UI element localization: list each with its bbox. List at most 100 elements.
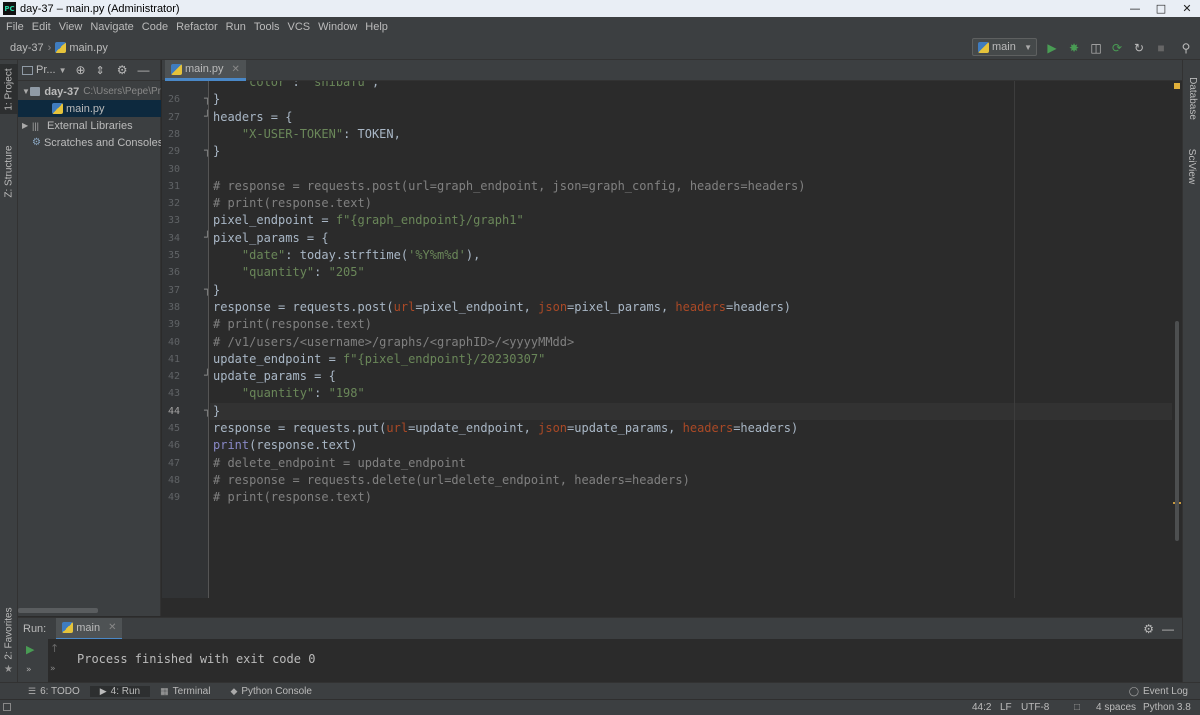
tab-main-py[interactable]: main.py ✕ (165, 60, 246, 81)
code-line[interactable]: "date": today.strftime('%Y%m%d'), (213, 247, 480, 264)
scroll-up-icon[interactable]: ↑ (50, 642, 59, 655)
menu-vcs[interactable]: VCS (284, 21, 315, 33)
code-line[interactable]: response = requests.put(url=update_endpo… (213, 420, 798, 437)
chevron-down-icon[interactable]: ▼ (59, 66, 67, 75)
code-line[interactable]: print(response.text) (213, 437, 358, 454)
editor-scrollbar[interactable] (1172, 81, 1182, 598)
code-line[interactable]: pixel_params = { (213, 230, 329, 247)
more-icon[interactable]: » (50, 664, 56, 674)
collapse-all-icon[interactable]: ⇕ (96, 64, 105, 77)
rerun-icon[interactable]: ▶ (26, 643, 34, 656)
tree-item-external-libraries[interactable]: ▶ ||| External Libraries (18, 117, 161, 134)
file-encoding[interactable]: UTF-8 (1021, 702, 1049, 713)
tool-python-console[interactable]: ◆ Python Console (220, 686, 322, 697)
code-line[interactable]: } (213, 403, 220, 420)
hide-panel-icon[interactable]: — (138, 63, 150, 77)
event-log[interactable]: ◯ Event Log (1119, 686, 1198, 697)
fold-marker-icon[interactable]: ┐ (204, 92, 208, 105)
tab-structure-tool[interactable]: Z: Structure (0, 136, 18, 206)
menu-refactor[interactable]: Refactor (172, 21, 222, 33)
profile-icon[interactable]: ⟳ (1109, 40, 1125, 56)
line-number: 34 (167, 232, 180, 244)
close-tab-icon[interactable]: ✕ (108, 622, 116, 633)
run-icon[interactable]: ▶ (1044, 40, 1060, 56)
gear-icon[interactable]: ⚙ (117, 63, 128, 77)
line-separator[interactable]: LF (1000, 702, 1012, 713)
caret-position[interactable]: 44:2 (972, 702, 991, 713)
indent-setting[interactable]: 4 spaces (1096, 702, 1136, 713)
fold-marker-icon[interactable]: ┐ (204, 283, 208, 296)
tab-database-tool[interactable]: Database (1183, 68, 1200, 128)
fold-marker-icon[interactable]: ┘ (204, 369, 208, 382)
menu-run[interactable]: Run (222, 21, 250, 33)
code-line[interactable]: # /v1/users/<username>/graphs/<graphID>/… (213, 334, 574, 351)
run-config-selector[interactable]: main ▼ (972, 38, 1037, 56)
menu-file[interactable]: File (2, 21, 28, 33)
run-tab-main[interactable]: main ✕ (56, 617, 123, 640)
menu-edit[interactable]: Edit (28, 21, 55, 33)
code-line[interactable]: "quantity": "205" (213, 264, 365, 281)
code-line[interactable]: update_endpoint = f"{pixel_endpoint}/202… (213, 351, 545, 368)
tool-run[interactable]: ▶ 4: Run (89, 685, 151, 697)
code-line[interactable]: "color": "shibafu", (213, 81, 379, 91)
more-icon[interactable]: » (26, 665, 32, 675)
code-line[interactable]: } (213, 143, 220, 160)
code-line[interactable]: # response = requests.delete(url=delete_… (213, 472, 690, 489)
tab-favorites-tool[interactable]: 2: Favorites (0, 605, 18, 661)
code-line[interactable]: } (213, 282, 220, 299)
tool-terminal[interactable]: ▦ Terminal (150, 686, 220, 697)
search-everywhere-icon[interactable]: ⚲ (1178, 40, 1194, 56)
coverage-icon[interactable]: ◫ (1088, 40, 1104, 56)
code-line[interactable]: # response = requests.post(url=graph_end… (213, 178, 805, 195)
tab-project-tool[interactable]: 1: Project (0, 64, 18, 114)
code-line[interactable]: update_params = { (213, 368, 336, 385)
code-line[interactable]: headers = { (213, 109, 292, 126)
close-tab-icon[interactable]: ✕ (232, 64, 240, 75)
python-file-icon (55, 42, 67, 53)
fold-marker-icon[interactable]: ┐ (204, 404, 208, 417)
code-line[interactable]: # print(response.text) (213, 195, 372, 212)
close-window-button[interactable]: ✕ (1174, 0, 1200, 17)
tree-item-project-root[interactable]: ▼ day-37 C:\Users\Pepe\Pr (18, 83, 161, 100)
fold-marker-icon[interactable]: ┘ (204, 110, 208, 123)
gear-icon[interactable]: ⚙ (1143, 622, 1154, 636)
warning-marker-icon[interactable] (1174, 83, 1180, 89)
fold-marker-icon[interactable]: ┐ (204, 144, 208, 157)
menu-navigate[interactable]: Navigate (86, 21, 137, 33)
tab-sciview-tool[interactable]: SciView (1183, 138, 1200, 194)
code-line[interactable]: } (213, 91, 220, 108)
project-horizontal-scrollbar[interactable] (18, 608, 98, 613)
tool-todo[interactable]: ☰ 6: TODO (0, 686, 90, 697)
hide-panel-icon[interactable]: — (1162, 622, 1174, 636)
python-console-icon: ◆ (230, 685, 238, 696)
concurrency-icon[interactable]: ↻ (1131, 40, 1147, 56)
tree-item-main-py[interactable]: main.py (18, 100, 161, 117)
minimize-button[interactable]: — (1122, 0, 1148, 17)
fold-marker-icon[interactable]: ┘ (204, 231, 208, 244)
code-line[interactable]: "X-USER-TOKEN": TOKEN, (213, 126, 401, 143)
python-interpreter[interactable]: Python 3.8 (1143, 702, 1191, 713)
code-line[interactable]: # delete_endpoint = update_endpoint (213, 455, 466, 472)
project-view-selector[interactable]: Pr... (36, 64, 56, 76)
breadcrumb-file[interactable]: main.py (69, 42, 108, 54)
locate-icon[interactable]: ⊕ (75, 63, 85, 77)
code-line[interactable]: # print(response.text) (213, 489, 372, 506)
stop-icon[interactable]: ■ (1153, 40, 1169, 56)
code-line[interactable]: response = requests.post(url=pixel_endpo… (213, 299, 791, 316)
menu-tools[interactable]: Tools (250, 21, 284, 33)
menu-window[interactable]: Window (314, 21, 361, 33)
menu-code[interactable]: Code (138, 21, 172, 33)
tree-item-scratches[interactable]: ⚙ Scratches and Consoles (18, 134, 161, 151)
code-line[interactable]: "quantity": "198" (213, 385, 365, 402)
code-line[interactable]: pixel_endpoint = f"{graph_endpoint}/grap… (213, 212, 524, 229)
menu-help[interactable]: Help (361, 21, 392, 33)
editor-scroll-thumb[interactable] (1175, 321, 1179, 541)
debug-icon[interactable]: ✸ (1066, 40, 1082, 56)
code-line[interactable]: # print(response.text) (213, 316, 372, 333)
lock-icon[interactable]: □ (1074, 702, 1080, 713)
toggle-tool-windows-icon[interactable] (3, 703, 11, 711)
breadcrumb-project[interactable]: day-37 (10, 42, 44, 54)
code-editor[interactable]: "color": "shibafu",} headers = { "X-USER-… (210, 81, 1172, 598)
menu-view[interactable]: View (55, 21, 87, 33)
maximize-button[interactable]: □ (1148, 0, 1174, 17)
